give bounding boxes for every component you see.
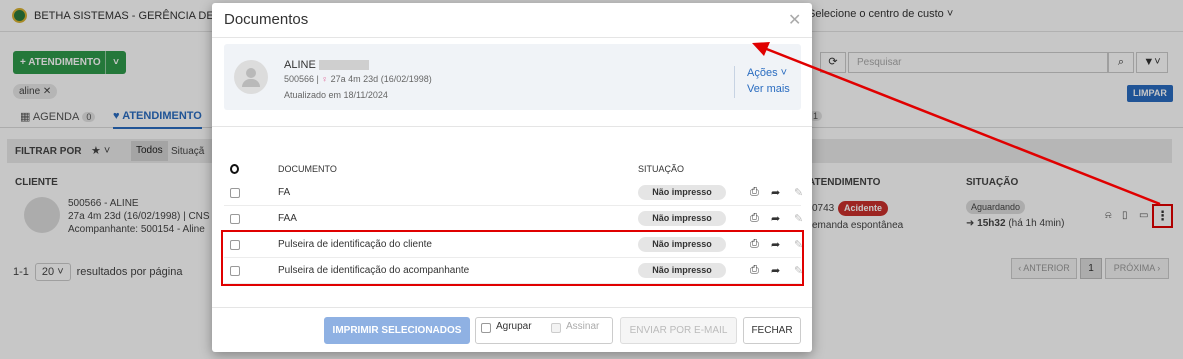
documents-modal: Documentos ✕ ALINE 500566 | ♀ 27a 4m 23d…: [212, 3, 812, 352]
avatar: [234, 60, 268, 94]
header-document: DOCUMENTO: [278, 164, 337, 174]
row-checkbox[interactable]: [230, 188, 240, 198]
divider: [212, 126, 812, 127]
close-button[interactable]: FECHAR: [743, 317, 801, 344]
printer-icon[interactable]: ⎙: [750, 186, 759, 199]
highlight-box: [221, 230, 804, 286]
modal-title: Documentos: [224, 11, 309, 28]
patient-card: ALINE 500566 | ♀ 27a 4m 23d (16/02/1998)…: [224, 44, 801, 110]
status-badge: Não impresso: [638, 185, 726, 200]
share-icon[interactable]: ➦: [771, 186, 780, 199]
actions-dropdown[interactable]: Ações ˅: [747, 67, 787, 79]
female-icon: ♀: [321, 74, 329, 84]
status-badge: Não impresso: [638, 211, 726, 226]
sign-label: Assinar: [566, 321, 600, 332]
redacted-surname: [318, 60, 369, 71]
document-name: FAA: [278, 213, 297, 224]
divider: [212, 307, 812, 308]
patient-info: 500566 | ♀ 27a 4m 23d (16/02/1998): [284, 74, 432, 84]
row-checkbox[interactable]: [230, 214, 240, 224]
group-checkbox[interactable]: [481, 323, 491, 333]
table-row[interactable]: FA Não impresso ⎙ ➦ ✎: [224, 180, 803, 206]
table-row[interactable]: FAA Não impresso ⎙ ➦ ✎: [224, 206, 803, 232]
select-all-toggle[interactable]: [230, 164, 239, 174]
group-label: Agrupar: [496, 321, 532, 332]
header-situation: SITUAÇÃO: [638, 164, 685, 174]
print-selected-button[interactable]: IMPRIMIR SELECIONADOS: [324, 317, 470, 344]
close-icon[interactable]: ✕: [788, 10, 801, 30]
divider: [734, 66, 735, 98]
divider: [212, 37, 812, 38]
send-email-button[interactable]: ENVIAR POR E-MAIL: [620, 317, 737, 344]
sign-checkbox[interactable]: [551, 323, 561, 333]
share-icon[interactable]: ➦: [771, 212, 780, 225]
printer-icon[interactable]: ⎙: [750, 212, 759, 225]
pencil-icon[interactable]: ✎: [794, 212, 803, 225]
see-more-link[interactable]: Ver mais: [747, 83, 790, 95]
pencil-icon[interactable]: ✎: [794, 186, 803, 199]
document-name: FA: [278, 187, 291, 198]
patient-updated: Atualizado em 18/11/2024: [284, 90, 388, 100]
chevron-down-icon: ˅: [780, 67, 788, 79]
patient-name: ALINE: [284, 59, 369, 71]
